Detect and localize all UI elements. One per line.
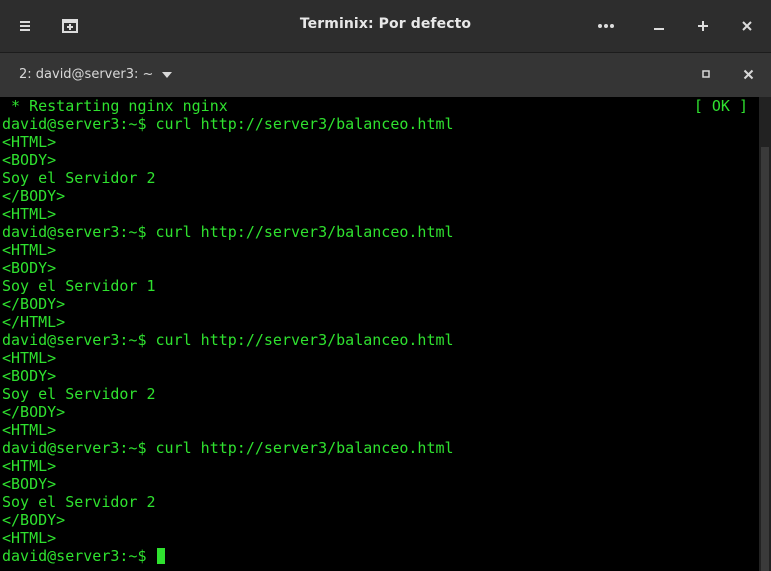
terminal-line: david@server3:~$ curl http://server3/bal… [2,115,454,133]
terminal-window: Terminix: Por defecto 2: david@server3: … [0,0,771,571]
chevron-down-icon [162,67,173,82]
terminal-line: </BODY> [2,187,66,205]
terminal-line: <HTML> [2,241,57,259]
terminal-line: Soy el Servidor 2 [2,169,156,187]
restart-line: * Restarting nginx nginx [2,97,228,115]
session-bar: 2: david@server3: ~ [0,53,771,97]
terminal-line: david@server3:~$ curl http://server3/bal… [2,223,454,241]
terminal-line: <BODY> [2,259,57,277]
terminal-line: <BODY> [2,475,57,493]
terminal-line: <HTML> [2,133,57,151]
terminal-line: <HTML> [2,349,57,367]
terminal-scrollbar[interactable] [759,97,771,571]
maximize-terminal-icon[interactable] [696,64,716,84]
session-title-dropdown[interactable]: 2: david@server3: ~ [19,66,173,82]
terminal-line: Soy el Servidor 2 [2,385,156,403]
prompt-line[interactable]: david@server3:~$ [2,547,165,565]
terminal-line: </BODY> [2,511,66,529]
header-bar: Terminix: Por defecto [0,0,771,53]
minimize-icon[interactable] [647,14,671,38]
session-title-label: 2: david@server3: ~ [19,66,154,82]
scrollbar-thumb[interactable] [761,147,769,571]
terminal-line: <BODY> [2,367,57,385]
terminal-line: </BODY> [2,295,66,313]
add-icon[interactable] [691,14,715,38]
close-icon[interactable] [735,14,759,38]
terminal-line: Soy el Servidor 1 [2,277,156,295]
more-icon[interactable] [594,14,618,38]
ok-status: [ OK ] [693,97,748,115]
terminal-line: <HTML> [2,529,57,547]
terminal-line: <HTML> [2,421,57,439]
terminal-output[interactable]: * Restarting nginx nginx [ OK ] david@se… [0,97,759,571]
terminal-line: <BODY> [2,151,57,169]
terminal-line: <HTML> [2,205,57,223]
text-cursor [156,548,165,564]
terminal-line: david@server3:~$ curl http://server3/bal… [2,439,454,457]
terminal-line: Soy el Servidor 2 [2,493,156,511]
terminal-line: </HTML> [2,313,66,331]
terminal-line: <HTML> [2,457,57,475]
close-terminal-icon[interactable] [738,64,758,84]
terminal-line: </BODY> [2,403,66,421]
terminal-line: david@server3:~$ curl http://server3/bal… [2,331,454,349]
prompt-text: david@server3:~$ [2,547,156,565]
